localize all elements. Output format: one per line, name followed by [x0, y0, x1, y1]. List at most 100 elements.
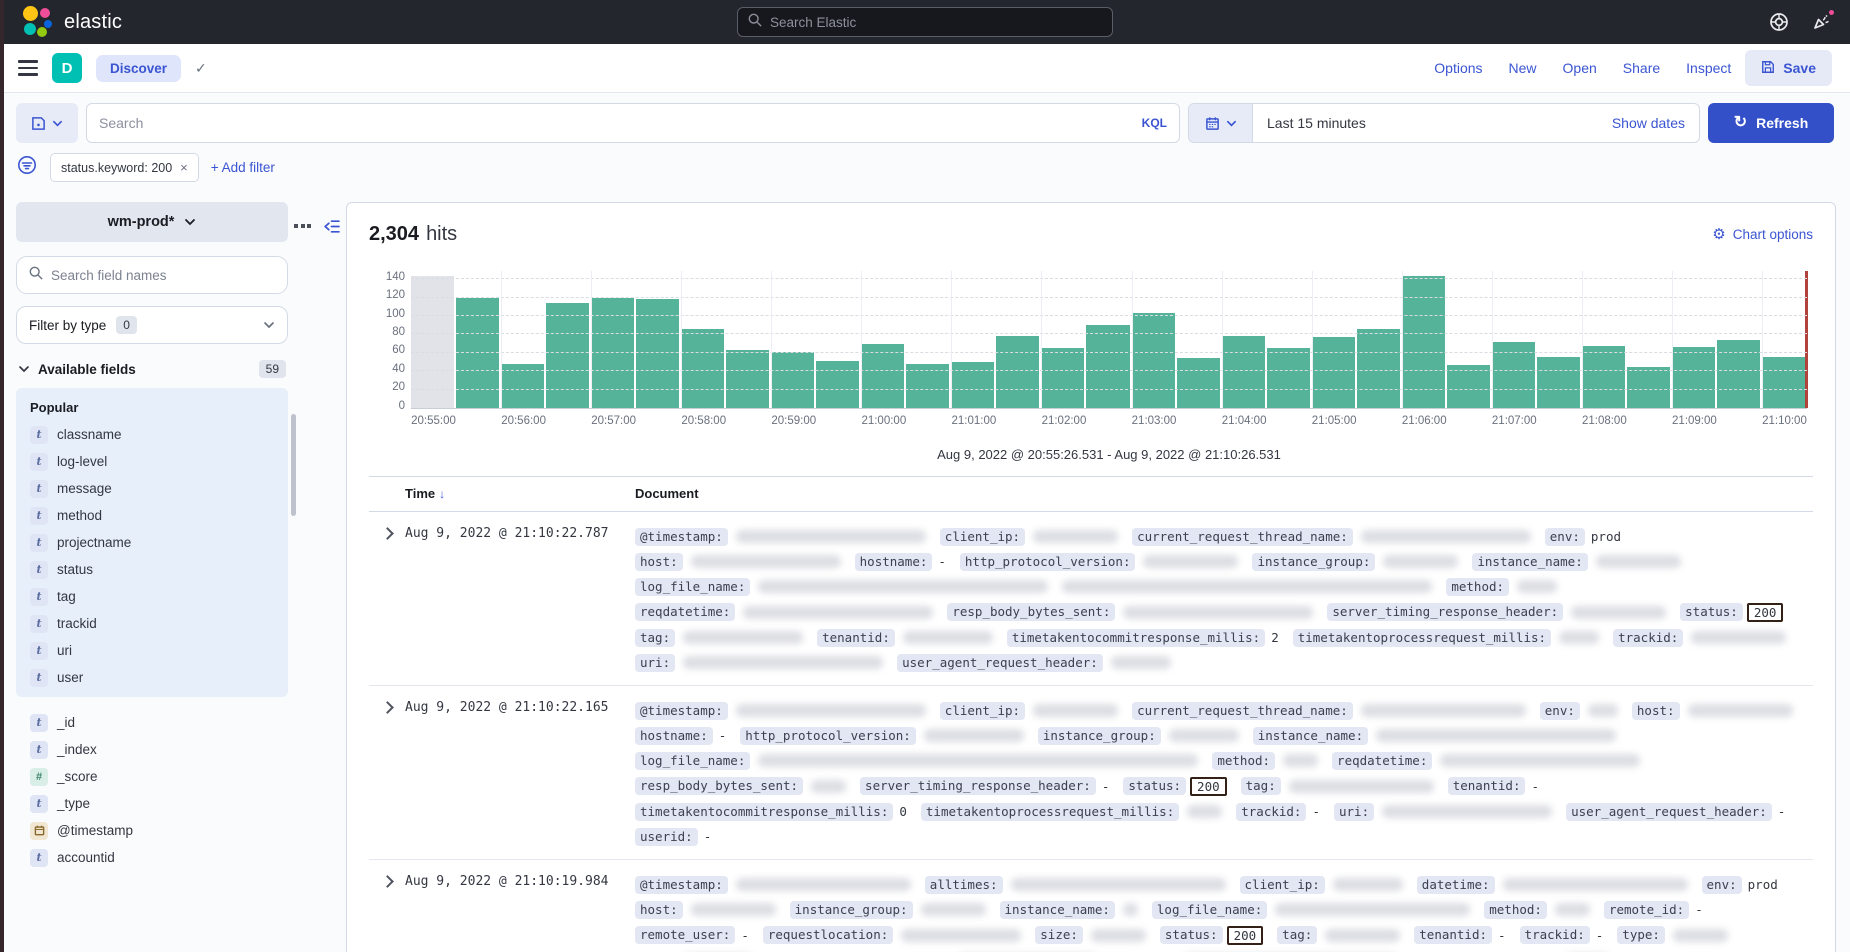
field-item-timestamp[interactable]: @timestamp: [26, 817, 278, 844]
histogram-bar[interactable]: [861, 344, 904, 408]
field-item-tag[interactable]: ttag: [26, 583, 278, 610]
histogram-bar[interactable]: [411, 276, 454, 408]
breadcrumb[interactable]: Discover: [96, 55, 181, 82]
elastic-logo[interactable]: elastic: [22, 6, 122, 38]
y-axis-tick-label: 40: [375, 364, 405, 376]
global-search-bar[interactable]: [737, 7, 1113, 37]
histogram-bar[interactable]: [996, 336, 1039, 408]
kql-query-input-box: KQL: [86, 103, 1180, 143]
field-actions-icon[interactable]: [294, 218, 311, 234]
field-item-message[interactable]: tmessage: [26, 475, 278, 502]
chart-options-button[interactable]: ⚙ Chart options: [1712, 225, 1813, 243]
menu-icon[interactable]: [18, 60, 38, 76]
field-item-trackid[interactable]: ttrackid: [26, 610, 278, 637]
field-name: _index: [57, 742, 97, 757]
histogram-bar[interactable]: [546, 303, 589, 408]
histogram-bar[interactable]: [456, 298, 499, 409]
chevron-down-icon: [263, 319, 275, 331]
popular-fields-panel: Popular tclassnametlog-leveltmessagetmet…: [16, 388, 288, 697]
histogram-bar[interactable]: [1627, 367, 1670, 408]
field-item-method[interactable]: tmethod: [26, 502, 278, 529]
query-language-button[interactable]: KQL: [1132, 116, 1167, 130]
news-feed-icon[interactable]: [1810, 11, 1832, 33]
field-item-projectname[interactable]: tprojectname: [26, 529, 278, 556]
field-item-_index[interactable]: t_index: [26, 736, 278, 763]
time-column-header[interactable]: Time: [405, 486, 435, 501]
field-item-_type[interactable]: t_type: [26, 790, 278, 817]
filter-pill[interactable]: status.keyword: 200 ×: [50, 153, 199, 182]
field-item-classname[interactable]: tclassname: [26, 421, 278, 448]
histogram-bar[interactable]: [1267, 348, 1310, 408]
redacted-value: [1440, 754, 1640, 767]
app-badge[interactable]: D: [52, 53, 82, 83]
expand-row-icon[interactable]: [381, 527, 394, 540]
redacted-value: [1688, 704, 1793, 717]
histogram-bar[interactable]: [1762, 357, 1805, 408]
doc-field-pill: datetime:: [1417, 876, 1495, 894]
histogram-bar[interactable]: [906, 364, 949, 408]
field-item-_id[interactable]: t_id: [26, 709, 278, 736]
doc-field-tenantid: tenantid:: [817, 629, 993, 647]
time-range-value[interactable]: Last 15 minutes: [1253, 115, 1380, 131]
histogram-bar[interactable]: [681, 329, 724, 408]
sort-descending-icon[interactable]: ↓: [439, 487, 445, 501]
collapse-sidebar-icon[interactable]: [323, 218, 340, 240]
date-quick-select-button[interactable]: [1189, 104, 1253, 142]
filter-icon[interactable]: [16, 154, 38, 181]
histogram-bar[interactable]: [951, 362, 994, 408]
field-search-input[interactable]: [51, 268, 275, 283]
histogram-bar[interactable]: [771, 352, 814, 408]
histogram-bar[interactable]: [726, 350, 769, 408]
histogram-bar[interactable]: [1222, 336, 1265, 408]
highlighted-value: 200: [1227, 926, 1264, 945]
sidebar-scrollbar[interactable]: [291, 414, 296, 516]
expand-row-icon[interactable]: [381, 875, 394, 888]
toolbar-link-open[interactable]: Open: [1563, 60, 1597, 76]
toolbar-link-share[interactable]: Share: [1623, 60, 1660, 76]
saved-query-menu-button[interactable]: [16, 103, 78, 143]
field-item-uri[interactable]: turi: [26, 637, 278, 664]
global-search-input[interactable]: [770, 15, 1102, 30]
remove-filter-icon[interactable]: ×: [180, 160, 188, 175]
refresh-button[interactable]: ↻ Refresh: [1708, 103, 1834, 143]
histogram-bar[interactable]: [1447, 365, 1490, 408]
histogram-bar[interactable]: [816, 361, 859, 408]
query-input[interactable]: [99, 115, 1124, 131]
field-item-status[interactable]: tstatus: [26, 556, 278, 583]
histogram-bar[interactable]: [1672, 347, 1715, 408]
help-icon[interactable]: [1768, 11, 1790, 33]
show-dates-button[interactable]: Show dates: [1612, 115, 1699, 131]
histogram-bar[interactable]: [1312, 337, 1355, 408]
field-name: _score: [57, 769, 98, 784]
field-item-accountid[interactable]: taccountid: [26, 844, 278, 871]
redacted-value: [1333, 878, 1403, 891]
index-pattern-selector[interactable]: wm-prod*: [16, 202, 288, 242]
add-filter-button[interactable]: + Add filter: [211, 160, 275, 175]
histogram-bar[interactable]: [1177, 358, 1220, 408]
histogram-bar[interactable]: [636, 299, 679, 408]
field-item-_score[interactable]: #_score: [26, 763, 278, 790]
expand-row-icon[interactable]: [381, 701, 394, 714]
histogram-bar[interactable]: [501, 364, 544, 408]
histogram-bar[interactable]: [1492, 342, 1535, 408]
field-name: uri: [57, 643, 72, 658]
histogram-bar[interactable]: [1086, 325, 1129, 408]
histogram-bar[interactable]: [591, 298, 634, 409]
save-button[interactable]: Save: [1745, 50, 1832, 86]
doc-field-timestamp: @timestamp:: [635, 528, 926, 546]
histogram-bar[interactable]: [1402, 276, 1445, 408]
toolbar-link-new[interactable]: New: [1509, 60, 1537, 76]
redacted-value: [736, 878, 911, 891]
histogram-bar[interactable]: [1357, 329, 1400, 408]
histogram-bar[interactable]: [1582, 346, 1625, 408]
histogram-bar[interactable]: [1717, 340, 1760, 408]
toolbar-link-inspect[interactable]: Inspect: [1686, 60, 1731, 76]
toolbar-link-options[interactable]: Options: [1434, 60, 1482, 76]
histogram-bar[interactable]: [1041, 348, 1084, 408]
available-fields-toggle[interactable]: Available fields 59: [16, 358, 288, 388]
histogram-bar[interactable]: [1132, 313, 1175, 408]
filter-by-type-select[interactable]: Filter by type 0: [16, 306, 288, 344]
field-item-user[interactable]: tuser: [26, 664, 278, 691]
histogram-bar[interactable]: [1537, 357, 1580, 408]
field-item-log-level[interactable]: tlog-level: [26, 448, 278, 475]
